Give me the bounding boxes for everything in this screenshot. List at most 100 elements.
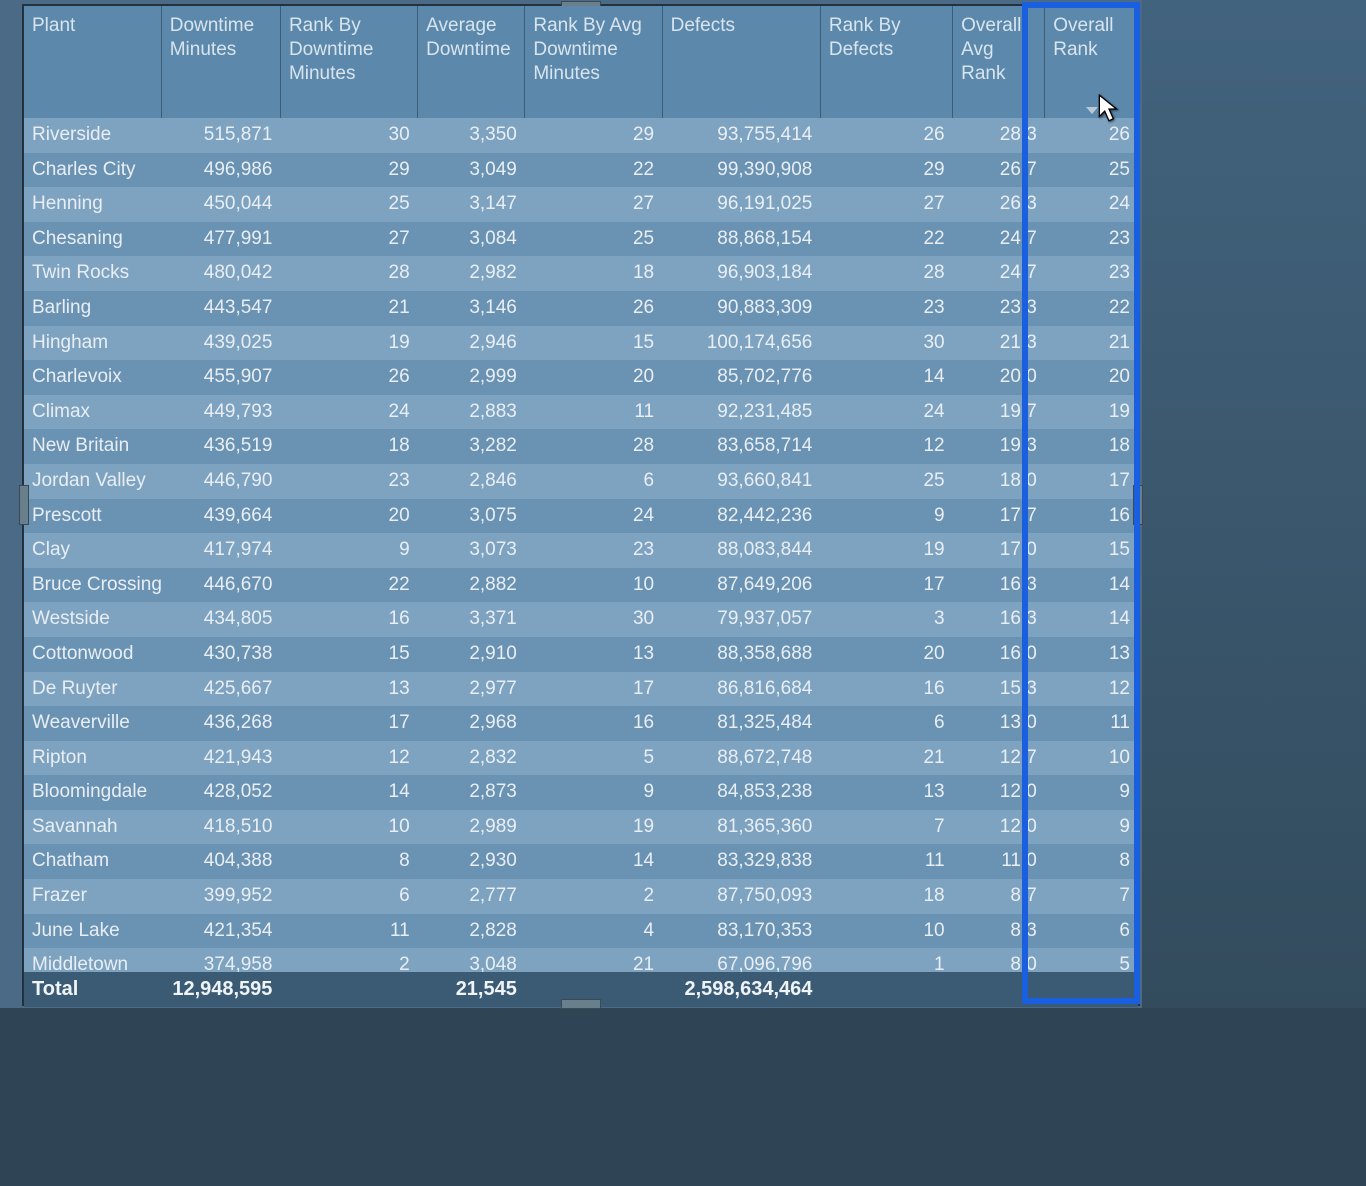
cell-defects[interactable]: 96,191,025 bbox=[662, 187, 820, 222]
cell-defects[interactable]: 90,883,309 bbox=[662, 291, 820, 326]
cell-avg_dt[interactable]: 2,989 bbox=[418, 810, 525, 845]
resize-handle-right[interactable] bbox=[1133, 485, 1143, 525]
cell-rank_dt[interactable]: 20 bbox=[280, 499, 417, 534]
cell-rank_def[interactable]: 11 bbox=[820, 844, 952, 879]
cell-defects[interactable]: 96,903,184 bbox=[662, 256, 820, 291]
cell-rank_avg[interactable]: 22 bbox=[525, 153, 662, 188]
cell-avg_dt[interactable]: 3,371 bbox=[418, 602, 525, 637]
cell-rank_avg[interactable]: 29 bbox=[525, 118, 662, 153]
cell-avg_dt[interactable]: 2,977 bbox=[418, 672, 525, 707]
cell-plant[interactable]: Charlevoix bbox=[24, 360, 161, 395]
cell-ovr_avg[interactable]: 28.3 bbox=[953, 118, 1045, 153]
cell-avg_dt[interactable]: 2,846 bbox=[418, 464, 525, 499]
cell-rank_def[interactable]: 19 bbox=[820, 533, 952, 568]
cell-rank_avg[interactable]: 18 bbox=[525, 256, 662, 291]
table-row[interactable]: Hingham439,025192,94615100,174,6563021.3… bbox=[24, 326, 1138, 361]
table-visual[interactable]: PlantDowntime MinutesRank By Downtime Mi… bbox=[22, 4, 1140, 1006]
cell-defects[interactable]: 88,672,748 bbox=[662, 741, 820, 776]
cell-rank_dt[interactable]: 13 bbox=[280, 672, 417, 707]
cell-ovr_avg[interactable]: 12.0 bbox=[953, 775, 1045, 810]
table-row[interactable]: Cottonwood430,738152,9101388,358,6882016… bbox=[24, 637, 1138, 672]
cell-avg_dt[interactable]: 2,832 bbox=[418, 741, 525, 776]
cell-rank_dt[interactable]: 9 bbox=[280, 533, 417, 568]
cell-plant[interactable]: Henning bbox=[24, 187, 161, 222]
column-header-rank_avg[interactable]: Rank By Avg Downtime Minutes bbox=[525, 6, 662, 118]
cell-defects[interactable]: 88,083,844 bbox=[662, 533, 820, 568]
cell-ovr_rank[interactable]: 15 bbox=[1045, 533, 1138, 568]
cell-rank_dt[interactable]: 27 bbox=[280, 222, 417, 257]
cell-ovr_rank[interactable]: 16 bbox=[1045, 499, 1138, 534]
cell-rank_dt[interactable]: 30 bbox=[280, 118, 417, 153]
cell-rank_def[interactable]: 9 bbox=[820, 499, 952, 534]
cell-downtime[interactable]: 434,805 bbox=[161, 602, 280, 637]
cell-rank_avg[interactable]: 11 bbox=[525, 395, 662, 430]
cell-rank_avg[interactable]: 20 bbox=[525, 360, 662, 395]
cell-downtime[interactable]: 446,670 bbox=[161, 568, 280, 603]
cell-rank_def[interactable]: 14 bbox=[820, 360, 952, 395]
cell-plant[interactable]: Bloomingdale bbox=[24, 775, 161, 810]
cell-defects[interactable]: 83,170,353 bbox=[662, 914, 820, 949]
column-header-ovr_rank[interactable]: Overall Rank bbox=[1045, 6, 1138, 118]
cell-rank_avg[interactable]: 26 bbox=[525, 291, 662, 326]
cell-avg_dt[interactable]: 2,777 bbox=[418, 879, 525, 914]
cell-defects[interactable]: 88,358,688 bbox=[662, 637, 820, 672]
cell-rank_dt[interactable]: 2 bbox=[280, 948, 417, 972]
cell-downtime[interactable]: 455,907 bbox=[161, 360, 280, 395]
cell-defects[interactable]: 88,868,154 bbox=[662, 222, 820, 257]
cell-ovr_rank[interactable]: 17 bbox=[1045, 464, 1138, 499]
header-row[interactable]: PlantDowntime MinutesRank By Downtime Mi… bbox=[24, 6, 1138, 118]
cell-rank_avg[interactable]: 23 bbox=[525, 533, 662, 568]
cell-rank_def[interactable]: 18 bbox=[820, 879, 952, 914]
cell-rank_avg[interactable]: 10 bbox=[525, 568, 662, 603]
table-row[interactable]: Jordan Valley446,790232,846693,660,84125… bbox=[24, 464, 1138, 499]
cell-ovr_avg[interactable]: 24.7 bbox=[953, 222, 1045, 257]
cell-downtime[interactable]: 496,986 bbox=[161, 153, 280, 188]
cell-plant[interactable]: Westside bbox=[24, 602, 161, 637]
cell-rank_avg[interactable]: 28 bbox=[525, 429, 662, 464]
cell-avg_dt[interactable]: 3,282 bbox=[418, 429, 525, 464]
cell-rank_def[interactable]: 28 bbox=[820, 256, 952, 291]
cell-defects[interactable]: 83,329,838 bbox=[662, 844, 820, 879]
table-row[interactable]: Henning450,044253,1472796,191,0252726.32… bbox=[24, 187, 1138, 222]
cell-downtime[interactable]: 436,268 bbox=[161, 706, 280, 741]
cell-ovr_rank[interactable]: 12 bbox=[1045, 672, 1138, 707]
cell-ovr_avg[interactable]: 17.0 bbox=[953, 533, 1045, 568]
cell-downtime[interactable]: 430,738 bbox=[161, 637, 280, 672]
cell-plant[interactable]: Weaverville bbox=[24, 706, 161, 741]
cell-plant[interactable]: Ripton bbox=[24, 741, 161, 776]
cell-downtime[interactable]: 480,042 bbox=[161, 256, 280, 291]
cell-rank_dt[interactable]: 8 bbox=[280, 844, 417, 879]
table-row[interactable]: Weaverville436,268172,9681681,325,484613… bbox=[24, 706, 1138, 741]
cell-rank_def[interactable]: 1 bbox=[820, 948, 952, 972]
cell-rank_avg[interactable]: 13 bbox=[525, 637, 662, 672]
table-row[interactable]: Clay417,97493,0732388,083,8441917.015 bbox=[24, 533, 1138, 568]
cell-defects[interactable]: 83,658,714 bbox=[662, 429, 820, 464]
cell-defects[interactable]: 93,755,414 bbox=[662, 118, 820, 153]
table-row[interactable]: Twin Rocks480,042282,9821896,903,1842824… bbox=[24, 256, 1138, 291]
cell-avg_dt[interactable]: 2,968 bbox=[418, 706, 525, 741]
cell-ovr_avg[interactable]: 26.3 bbox=[953, 187, 1045, 222]
cell-ovr_avg[interactable]: 8.0 bbox=[953, 948, 1045, 972]
column-header-downtime[interactable]: Downtime Minutes bbox=[161, 6, 280, 118]
cell-downtime[interactable]: 477,991 bbox=[161, 222, 280, 257]
table-row[interactable]: Ripton421,943122,832588,672,7482112.710 bbox=[24, 741, 1138, 776]
cell-rank_def[interactable]: 24 bbox=[820, 395, 952, 430]
cell-avg_dt[interactable]: 2,882 bbox=[418, 568, 525, 603]
cell-rank_dt[interactable]: 18 bbox=[280, 429, 417, 464]
cell-downtime[interactable]: 374,958 bbox=[161, 948, 280, 972]
cell-avg_dt[interactable]: 3,075 bbox=[418, 499, 525, 534]
cell-defects[interactable]: 79,937,057 bbox=[662, 602, 820, 637]
column-header-avg_dt[interactable]: Average Downtime bbox=[418, 6, 525, 118]
cell-rank_avg[interactable]: 4 bbox=[525, 914, 662, 949]
cell-downtime[interactable]: 404,388 bbox=[161, 844, 280, 879]
cell-ovr_rank[interactable]: 7 bbox=[1045, 879, 1138, 914]
cell-defects[interactable]: 84,853,238 bbox=[662, 775, 820, 810]
cell-rank_avg[interactable]: 16 bbox=[525, 706, 662, 741]
column-header-ovr_avg[interactable]: Overall Avg Rank bbox=[953, 6, 1045, 118]
cell-downtime[interactable]: 436,519 bbox=[161, 429, 280, 464]
cell-plant[interactable]: Jordan Valley bbox=[24, 464, 161, 499]
cell-rank_avg[interactable]: 27 bbox=[525, 187, 662, 222]
cell-ovr_rank[interactable]: 14 bbox=[1045, 568, 1138, 603]
cell-ovr_rank[interactable]: 23 bbox=[1045, 222, 1138, 257]
cell-rank_dt[interactable]: 28 bbox=[280, 256, 417, 291]
